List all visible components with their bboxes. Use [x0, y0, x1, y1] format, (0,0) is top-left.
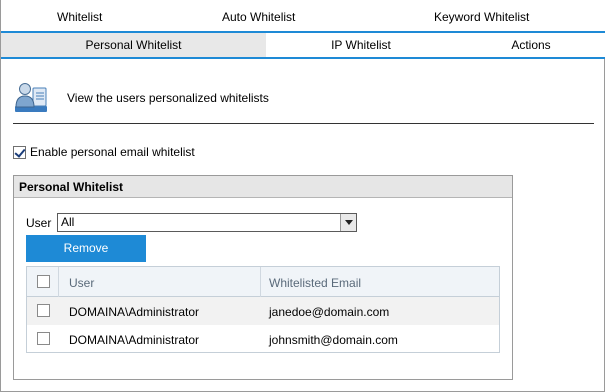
tab-keyword-whitelist[interactable]: Keyword Whitelist [434, 10, 529, 24]
user-filter-select[interactable]: All [57, 213, 357, 232]
user-filter-label: User [26, 216, 52, 230]
table-row[interactable]: DOMAINA\Administrator janedoe@domain.com [27, 297, 499, 325]
select-all-checkbox[interactable] [37, 275, 50, 288]
user-list-icon [15, 83, 47, 112]
row-checkbox[interactable] [37, 304, 50, 317]
header-description: View the users personalized whitelists [67, 91, 269, 105]
panel-title: Personal Whitelist [14, 176, 512, 198]
row-email: janedoe@domain.com [269, 305, 390, 319]
table-header: User Whitelisted Email [27, 267, 499, 297]
row-checkbox[interactable] [37, 332, 50, 345]
column-divider [260, 267, 261, 297]
remove-button[interactable]: Remove [26, 235, 146, 262]
header-divider [13, 123, 594, 124]
tab-whitelist[interactable]: Whitelist [57, 10, 102, 24]
table-row[interactable]: DOMAINA\Administrator johnsmith@domain.c… [27, 325, 499, 353]
whitelist-table: User Whitelisted Email DOMAINA\Administr… [26, 266, 500, 353]
row-user: DOMAINA\Administrator [69, 305, 200, 319]
row-user: DOMAINA\Administrator [69, 333, 200, 347]
column-header-user[interactable]: User [69, 276, 94, 290]
tab-underline [1, 57, 605, 59]
row-email: johnsmith@domain.com [269, 333, 398, 347]
column-header-email[interactable]: Whitelisted Email [269, 276, 361, 290]
tab-auto-whitelist[interactable]: Auto Whitelist [222, 10, 295, 24]
user-filter-value: All [61, 215, 75, 229]
tab-bar-top: Whitelist Auto Whitelist Keyword Whiteli… [1, 0, 605, 33]
tab-actions[interactable]: Actions [456, 33, 605, 58]
window-frame: Whitelist Auto Whitelist Keyword Whiteli… [0, 0, 605, 392]
enable-whitelist-label[interactable]: Enable personal email whitelist [30, 145, 195, 159]
tab-bar-bottom: Personal Whitelist IP Whitelist Actions [1, 31, 605, 58]
enable-row: Enable personal email whitelist [13, 144, 195, 160]
column-divider [58, 267, 59, 297]
tab-ip-whitelist[interactable]: IP Whitelist [266, 33, 456, 58]
tab-personal-whitelist[interactable]: Personal Whitelist [1, 33, 266, 58]
chevron-down-icon[interactable] [340, 214, 356, 231]
enable-whitelist-checkbox[interactable] [13, 145, 26, 159]
personal-whitelist-panel: Personal Whitelist User All Remove User … [13, 175, 513, 380]
